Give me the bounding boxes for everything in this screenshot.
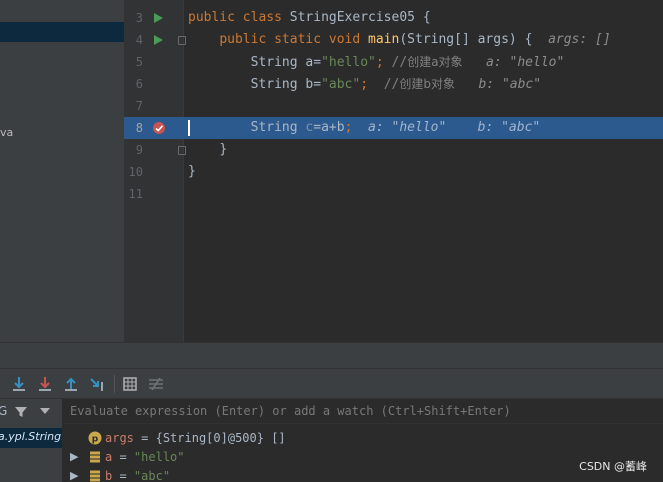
step-over-icon[interactable] (9, 374, 29, 394)
line-number: 11 (128, 187, 143, 201)
svg-text:p: p (92, 435, 99, 445)
frames-header: G (0, 398, 62, 424)
frame-label: a.ypl.String. (0, 430, 62, 443)
variable-text: a = "hello" (105, 450, 185, 464)
code-token: public (188, 10, 243, 25)
fold-icon[interactable] (178, 146, 186, 155)
code-token: a: "hello" b: "abc" (368, 120, 541, 135)
line-number: 9 (135, 143, 143, 157)
code-line-3[interactable]: 3 public class StringExercise05 { (124, 7, 663, 29)
field-icon (90, 470, 100, 482)
code-text: } (188, 161, 196, 183)
code-line-5[interactable]: 5 String a="hello"; //创建a对象 a: "hello" (124, 51, 663, 73)
debug-panel-header (0, 342, 663, 368)
code-token: a: "hello" (486, 55, 565, 70)
line-number: 7 (135, 99, 143, 113)
code-token: StringExercise05 { (289, 10, 431, 25)
expand-arrow-icon[interactable]: ▶ (70, 447, 78, 467)
step-out-icon[interactable] (61, 374, 81, 394)
fold-icon[interactable] (178, 36, 186, 45)
evaluate-expression-input[interactable]: Evaluate expression (Enter) or add a wat… (63, 398, 663, 424)
line-number: 6 (135, 77, 143, 91)
project-panel: va (0, 0, 124, 342)
code-token: // (391, 55, 408, 70)
project-tree-item-fragment[interactable]: va (0, 126, 13, 139)
evaluate-expression-icon[interactable] (120, 374, 140, 394)
line-number: 4 (135, 33, 143, 47)
code-text: } (188, 139, 227, 161)
code-line-6[interactable]: 6 String b="abc"; //创建b对象 b: "abc" (124, 73, 663, 95)
code-token: args: [] (548, 32, 611, 47)
code-line-7[interactable]: 7 (124, 95, 663, 117)
line-number: 10 (128, 165, 143, 179)
project-tree-selected-row[interactable] (0, 22, 124, 42)
code-token: String b= (250, 77, 322, 92)
line-number: 3 (135, 11, 143, 25)
code-token: ; (344, 120, 369, 135)
frames-list: a.ypl.String. (0, 424, 62, 482)
code-token: String a= (250, 55, 322, 70)
code-line-8-execution-point[interactable]: 8 String c=a+b; a: "hello" b: "abc" (124, 117, 663, 139)
variable-row-a[interactable]: ▶ a = "hello" (63, 447, 663, 467)
code-token: // (383, 77, 400, 92)
code-text: public class StringExercise05 { (188, 7, 431, 29)
trace-stream-icon[interactable] (146, 374, 166, 394)
run-to-cursor-icon[interactable] (87, 374, 107, 394)
breakpoint-icon[interactable] (152, 121, 166, 135)
frames-header-label: G (0, 404, 8, 418)
code-token: =a+b (313, 120, 345, 135)
code-token: "abc" (321, 77, 361, 92)
frame-item-selected[interactable]: a.ypl.String. (0, 428, 62, 448)
variables-tree: p args = {String[0]@500} [] ▶ a = "hello… (63, 424, 663, 482)
code-token: } (219, 142, 228, 157)
code-token: ; (375, 55, 392, 70)
evaluate-placeholder: Evaluate expression (Enter) or add a wat… (70, 404, 511, 418)
code-line-10[interactable]: 10 } (124, 161, 663, 183)
code-token: 创建b对象 (399, 77, 455, 91)
code-line-4[interactable]: 4 public static void main(String[] args)… (124, 29, 663, 51)
watermark: CSDN @蓄峰 (579, 460, 647, 473)
run-main-icon[interactable] (154, 35, 163, 45)
toolbar-separator (114, 375, 115, 393)
code-token: ; (360, 77, 384, 92)
variable-text: args = {String[0]@500} [] (105, 431, 286, 445)
code-text: public static void main(String[] args) {… (188, 29, 611, 51)
field-icon (90, 451, 100, 463)
code-token: main (368, 32, 400, 47)
variable-text: b = "abc" (105, 469, 171, 482)
code-text: String b="abc"; //创建b对象 b: "abc" (188, 73, 541, 96)
code-token: String (250, 120, 306, 135)
code-token: class (242, 10, 290, 25)
code-line-11[interactable]: 11 (124, 183, 663, 205)
code-token: 创建a对象 (407, 55, 463, 69)
code-token: "hello" (321, 55, 376, 70)
param-icon: p (88, 431, 102, 445)
code-token: } (188, 164, 196, 179)
line-number: 5 (135, 55, 143, 69)
debug-toolbar (0, 368, 663, 398)
variable-row-b[interactable]: ▶ b = "abc" (63, 466, 663, 482)
code-text: String a="hello"; //创建a对象 a: "hello" (188, 51, 565, 74)
expand-arrow-icon[interactable]: ▶ (70, 466, 78, 482)
filter-icon[interactable] (14, 405, 28, 419)
line-number: 8 (135, 121, 143, 135)
code-line-9[interactable]: 9 } (124, 139, 663, 161)
frames-dropdown-arrow-icon[interactable] (40, 408, 50, 414)
code-token: b: "abc" (478, 77, 542, 92)
code-token: public static void (219, 32, 369, 47)
code-token: (String[] args) { (399, 32, 549, 47)
code-text: String c=a+b; a: "hello" b: "abc" (188, 117, 541, 139)
variable-row-args[interactable]: p args = {String[0]@500} [] (63, 428, 663, 448)
step-into-icon[interactable] (35, 374, 55, 394)
run-class-icon[interactable] (154, 13, 163, 23)
